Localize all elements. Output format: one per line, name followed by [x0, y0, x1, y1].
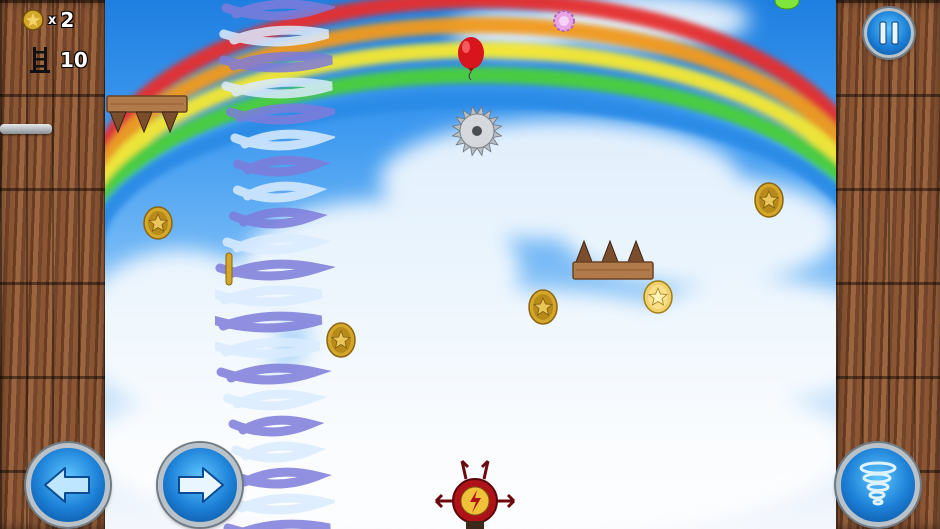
- tornado-swirl: [229, 207, 328, 229]
- red-balloon: [458, 37, 484, 80]
- right-arrow-icon: [178, 467, 224, 503]
- coin: [754, 182, 784, 218]
- tornado-swirl: [216, 363, 332, 385]
- tornado-button[interactable]: [836, 443, 920, 527]
- tornado-swirl: [221, 77, 333, 99]
- spike-plank-down: [106, 95, 188, 134]
- tornado-swirl: [215, 311, 323, 333]
- tornado-swirl: [230, 129, 335, 151]
- move-left-button[interactable]: [26, 443, 110, 527]
- tornado-swirl: [215, 285, 323, 307]
- green-gem: [774, 0, 800, 10]
- metal-bar: [0, 124, 52, 134]
- coin-multiplier: x: [48, 12, 57, 28]
- tornado-swirl: [225, 103, 335, 125]
- height-counter: 10: [30, 46, 88, 74]
- coin-edge: [225, 252, 233, 286]
- coin-counter: x 2: [22, 8, 74, 32]
- tornado-icon: [859, 461, 897, 506]
- move-right-button[interactable]: [158, 443, 242, 527]
- tornado-swirl: [233, 155, 332, 177]
- tornado-swirl: [219, 25, 330, 47]
- pause-button[interactable]: [864, 8, 914, 58]
- tornado-swirl: [228, 415, 325, 437]
- coin-icon: [22, 9, 44, 31]
- height-count: 10: [60, 48, 88, 72]
- tornado-swirl: [232, 181, 328, 203]
- coin: [528, 289, 558, 325]
- pause-icon: [879, 21, 899, 45]
- spike-plank-up: [572, 239, 654, 280]
- left-arrow-icon: [44, 467, 90, 503]
- player-character: [434, 459, 516, 529]
- tornado-swirl: [223, 389, 327, 411]
- tornado-swirl: [230, 467, 332, 489]
- tornado-swirl: [215, 259, 335, 281]
- saw-blade: [451, 105, 503, 157]
- tornado-swirl: [219, 51, 333, 73]
- ladder-icon: [30, 47, 50, 73]
- coin-count: 2: [60, 8, 75, 32]
- tornado-swirl: [227, 493, 335, 515]
- tornado-swirl: [223, 519, 331, 529]
- tornado-swirl: [222, 233, 332, 255]
- coin: [326, 322, 356, 358]
- coin: [643, 280, 673, 314]
- tornado-swirl: [231, 441, 327, 463]
- game-screen[interactable]: x 2 10: [0, 0, 940, 529]
- tornado-swirl: [221, 0, 335, 21]
- tornado-swirl: [215, 337, 321, 359]
- pink-gem: [553, 10, 575, 32]
- coin: [143, 206, 173, 240]
